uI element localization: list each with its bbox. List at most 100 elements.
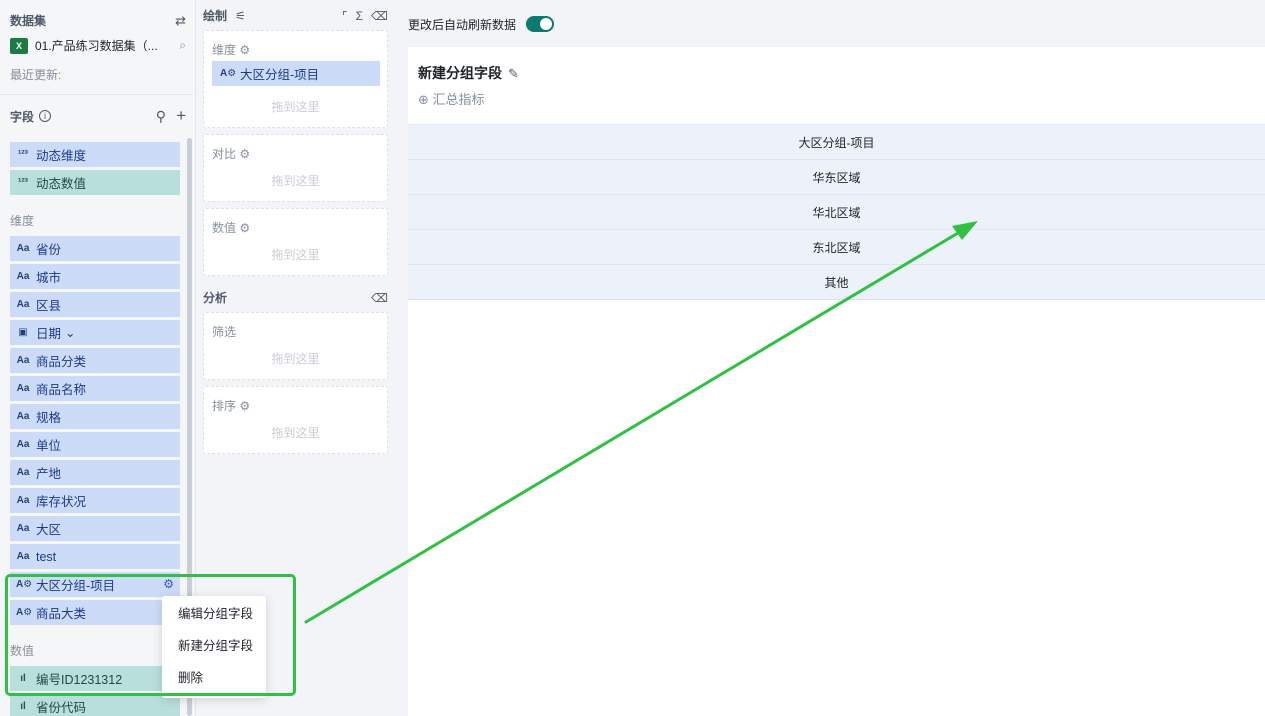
result-table: 大区分组-项目 华东区域 华北区域 东北区域 其他 [408, 124, 1265, 300]
compare-well[interactable]: 对比 ⚙ 拖到这里 [203, 134, 388, 202]
field-item[interactable]: Aa 产地 [10, 460, 180, 485]
group-field-icon: A⚙ [16, 579, 33, 590]
field-label: 商品分类 [36, 355, 87, 369]
field-item[interactable]: Aa 商品分类 [10, 348, 180, 373]
drop-hint: 拖到这里 [271, 426, 320, 440]
dynamic-field-icon: ¹²³ [18, 149, 28, 160]
field-label: 编号ID1231312 [36, 673, 123, 687]
dataset-row[interactable]: X 01.产品练习数据集（... ⌕ [10, 37, 186, 54]
eraser-icon[interactable]: ⌫ [371, 291, 388, 305]
text-field-icon: Aa [16, 299, 30, 310]
field-label: 商品名称 [36, 383, 87, 397]
table-row: 华东区域 [408, 160, 1265, 195]
field-label: 产地 [36, 467, 62, 481]
eraser-icon[interactable]: ⌫ [371, 9, 388, 23]
dimension-well[interactable]: 维度 ⚙ A⚙ 大区分组-项目 拖到这里 [203, 30, 388, 128]
add-field-icon[interactable]: + [176, 106, 186, 126]
field-item[interactable]: Aa 商品名称 [10, 376, 180, 401]
field-item[interactable]: ıl 编号ID1231312 [10, 666, 180, 691]
analysis-title: 分析 [203, 291, 228, 305]
date-field-icon: ▣ [18, 327, 28, 338]
auto-refresh-toggle[interactable] [526, 16, 554, 32]
field-label: 省份 [36, 243, 62, 257]
field-label: 日期 [36, 327, 62, 341]
chevron-down-icon[interactable]: ⌄ [65, 325, 75, 340]
compare-well-title: 对比 ⚙ [212, 147, 251, 161]
gear-icon[interactable]: ⚙ [239, 147, 250, 161]
drop-hint: 拖到这里 [271, 100, 320, 114]
gear-icon[interactable]: ⚙ [239, 221, 250, 235]
filter-well-title: 筛选 [212, 325, 237, 339]
drop-hint: 拖到这里 [271, 248, 320, 262]
field-label: 城市 [36, 271, 62, 285]
field-label: test [36, 549, 57, 564]
field-item[interactable]: Aa 区县 [10, 292, 180, 317]
corner-icon[interactable]: ⌜ [342, 9, 348, 23]
gear-icon[interactable]: ⚙ [239, 43, 250, 57]
table-row: 东北区域 [408, 230, 1265, 265]
field-label: 单位 [36, 439, 62, 453]
fields-header: 字段 i ⚲ + [10, 106, 186, 126]
context-menu-item[interactable]: 删除 [162, 667, 266, 699]
sort-well-title: 排序 ⚙ [212, 399, 251, 413]
field-label: 大区 [36, 523, 62, 537]
add-metric-button[interactable]: ⊕ 汇总指标 [418, 89, 485, 108]
context-menu-item[interactable]: 新建分组字段 [162, 635, 266, 667]
value-well[interactable]: 数值 ⚙ 拖到这里 [203, 208, 388, 276]
auto-refresh-label: 更改后自动刷新数据 [408, 18, 517, 32]
field-item[interactable]: Aa test [10, 544, 180, 569]
context-menu-item[interactable]: 编辑分组字段 [162, 603, 266, 635]
text-field-icon: Aa [16, 495, 30, 506]
field-item[interactable]: Aa 省份 [10, 236, 180, 261]
numeric-field-icon: ıl [20, 701, 26, 712]
field-label: 动态维度 [36, 149, 87, 163]
text-field-icon: Aa [16, 439, 30, 450]
group-field-icon: A⚙ [220, 68, 237, 79]
field-label: 动态数值 [36, 177, 87, 191]
chart-canvas: 更改后自动刷新数据 新建分组字段 ✎ ⊕ 汇总指标 大区分组-项目 华东区域 华北区… [408, 0, 1265, 716]
field-item[interactable]: A⚙ 大区分组-项目 ⚙ [10, 572, 180, 597]
dimension-chip-label: 大区分组-项目 [240, 68, 320, 82]
field-item[interactable]: ▣ 日期 ⌄ [10, 320, 180, 345]
numeric-field-icon: ıl [20, 673, 26, 684]
chart-title[interactable]: 新建分组字段 ✎ [418, 63, 519, 83]
field-item[interactable]: ıl 省份代码 [10, 694, 180, 716]
table-row: 华北区域 [408, 195, 1265, 230]
field-item[interactable]: A⚙ 商品大类 [10, 600, 180, 625]
field-label: 规格 [36, 411, 62, 425]
draw-header: 绘制 ⚟ ⌜ Σ ⌫ [203, 7, 388, 24]
field-item[interactable]: Aa 库存状况 [10, 488, 180, 513]
field-label: 区县 [36, 299, 62, 313]
field-item[interactable]: ¹²³ 动态维度 [10, 142, 180, 167]
info-icon[interactable]: i [39, 110, 52, 122]
value-well-title: 数值 ⚙ [212, 221, 251, 235]
field-label: 库存状况 [36, 495, 87, 509]
drop-hint: 拖到这里 [271, 352, 320, 366]
table-row: 其他 [408, 265, 1265, 300]
text-field-icon: Aa [16, 467, 30, 478]
field-group-label: 维度 [10, 214, 35, 228]
text-field-icon: Aa [16, 551, 30, 562]
divider [0, 94, 193, 95]
preview-dataset-icon[interactable]: ⌕ [179, 38, 186, 53]
switch-dataset-icon[interactable]: ⇄ [175, 13, 186, 29]
sum-icon[interactable]: Σ [356, 9, 363, 23]
gear-icon[interactable]: ⚙ [239, 399, 250, 413]
gear-icon[interactable]: ⚙ [163, 577, 174, 591]
field-label: 大区分组-项目 [36, 579, 116, 593]
table-header: 大区分组-项目 [408, 125, 1265, 160]
search-icon[interactable]: ⚲ [156, 108, 166, 125]
field-item[interactable]: Aa 城市 [10, 264, 180, 289]
draw-title: 绘制 [203, 9, 228, 23]
field-label: 商品大类 [36, 607, 87, 621]
sort-well[interactable]: 排序 ⚙ 拖到这里 [203, 386, 388, 454]
field-item[interactable]: Aa 大区 [10, 516, 180, 541]
edit-title-icon[interactable]: ✎ [508, 66, 519, 81]
dimension-chip[interactable]: A⚙ 大区分组-项目 [212, 61, 380, 86]
field-item[interactable]: Aa 规格 [10, 404, 180, 429]
analysis-header: 分析 ⌫ [203, 289, 388, 306]
field-item[interactable]: Aa 单位 [10, 432, 180, 457]
filter-well[interactable]: 筛选 拖到这里 [203, 312, 388, 380]
field-item[interactable]: ¹²³ 动态数值 [10, 170, 180, 195]
settings-sliders-icon[interactable]: ⚟ [235, 9, 246, 23]
